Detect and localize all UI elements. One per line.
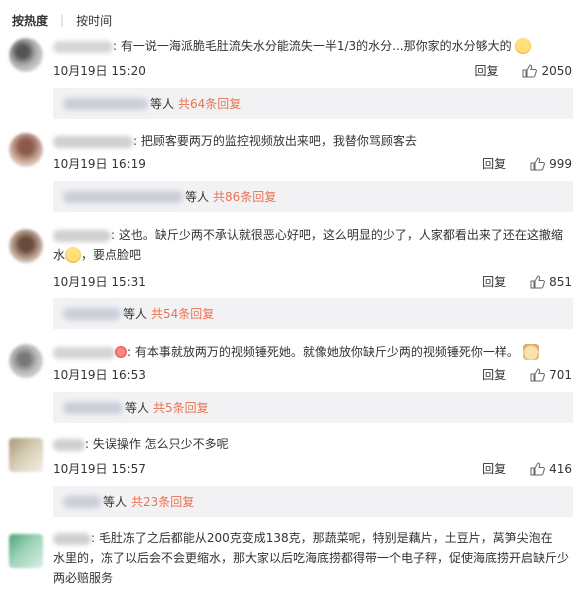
thumbs-up-icon (530, 461, 545, 475)
comment-text-line: 水 ，要点脸吧 (53, 245, 573, 265)
replies-bar[interactable]: 等人 共54条回复 (53, 298, 573, 329)
thumbs-up-icon (522, 63, 538, 77)
thumbs-up-icon (530, 274, 545, 288)
replies-etc: 等人 (185, 190, 210, 204)
comment-body: : 这也。缺斤少两不承认就很恶心好吧，这么明显的少了，人家都看出来了还在这撤缩 … (53, 225, 573, 265)
replies-count[interactable]: 共54条回复 (151, 305, 214, 322)
comment-text: : 有本事就放两万的视频锤死她。就像她放你缺斤少两的视频锤死你一样。 (127, 345, 519, 359)
sort-tabs: 按热度 | 按时间 (10, 10, 114, 30)
like-button[interactable]: 701 (530, 368, 572, 382)
reply-button[interactable]: 回复 (474, 62, 498, 79)
comment-actions: 回复 2050 (474, 62, 572, 79)
comment-body: : 有本事就放两万的视频锤死她。就像她放你缺斤少两的视频锤死你一样。 (53, 343, 539, 361)
comment-text-line: : 毛肚冻了之后都能从200克变成138克，那蔬菜呢，特别是藕片，土豆片，莴笋尖… (53, 528, 573, 548)
replies-bar[interactable]: 等人 共5条回复 (53, 392, 573, 423)
avatar[interactable] (9, 344, 43, 378)
like-button[interactable]: 2050 (522, 64, 572, 78)
reply-button[interactable]: 回复 (482, 273, 506, 290)
reply-names-blurred (63, 401, 123, 414)
avatar[interactable] (9, 534, 43, 568)
emoji-icon (515, 37, 532, 54)
comment-text: : 毛肚冻了之后都能从200克变成138克，那蔬菜呢，特别是藕片，土豆片，莴笋尖… (91, 531, 553, 545)
replies-etc: 等人 (103, 495, 128, 509)
comment-text-line: 两必赔服务 (53, 571, 114, 585)
comment-body: : 有一说一海派脆毛肚流失水分能流失一半1/3的水分...那你家的水分够大的 (53, 37, 532, 55)
avatar[interactable] (9, 438, 43, 472)
username-blurred[interactable] (53, 229, 111, 242)
comment-time: 10月19日 16:53 (53, 368, 146, 382)
reply-names-blurred (63, 97, 148, 110)
avatar[interactable] (9, 133, 43, 167)
comment-actions: 回复 999 (482, 155, 572, 172)
like-count: 851 (549, 274, 572, 289)
dog-emoji-icon (522, 343, 539, 360)
emoji-icon (115, 345, 127, 358)
replies-etc: 等人 (123, 307, 148, 321)
replies-etc: 等人 (150, 97, 175, 111)
replies-bar[interactable]: 等人 共23条回复 (53, 486, 573, 517)
comment-text: : 把顾客要两万的监控视频放出来吧，我替你骂顾客去 (133, 134, 417, 148)
tab-by-time[interactable]: 按时间 (74, 12, 114, 29)
emoji-icon (65, 246, 82, 263)
avatar[interactable] (9, 229, 43, 263)
comment-text: : 有一说一海派脆毛肚流失水分能流失一半1/3的水分...那你家的水分够大的 (113, 39, 512, 53)
tab-divider: | (60, 13, 65, 27)
comment-body: : 毛肚冻了之后都能从200克变成138克，那蔬菜呢，特别是藕片，土豆片，莴笋尖… (53, 528, 573, 588)
comment-text: : 失误操作 怎么只少不多呢 (85, 437, 229, 451)
replies-bar[interactable]: 等人 共86条回复 (53, 181, 573, 212)
thumbs-up-icon (530, 367, 545, 381)
comment-text-line: : 这也。缺斤少两不承认就很恶心好吧，这么明显的少了，人家都看出来了还在这撤缩 (53, 225, 573, 245)
comment-text: 水 (53, 248, 66, 262)
username-blurred[interactable] (53, 40, 113, 53)
like-count: 2050 (541, 63, 572, 78)
username-blurred[interactable] (53, 135, 133, 148)
reply-names-blurred (63, 307, 121, 320)
replies-etc: 等人 (125, 401, 150, 415)
comment-time: 10月19日 15:31 (53, 275, 146, 289)
like-count: 999 (549, 156, 572, 171)
replies-count[interactable]: 共86条回复 (213, 188, 276, 205)
avatar[interactable] (9, 38, 43, 72)
like-button[interactable]: 416 (530, 462, 572, 476)
replies-count[interactable]: 共64条回复 (178, 95, 241, 112)
reply-button[interactable]: 回复 (482, 460, 506, 477)
comment-body: : 失误操作 怎么只少不多呢 (53, 436, 229, 452)
comment-actions: 回复 416 (482, 460, 572, 477)
comment-actions: 回复 701 (482, 366, 572, 383)
comment-text: : 这也。缺斤少两不承认就很恶心好吧，这么明显的少了，人家都看出来了还在这撤缩 (111, 228, 563, 242)
comment-actions: 回复 851 (482, 273, 572, 290)
username-blurred[interactable] (53, 346, 115, 359)
reply-button[interactable]: 回复 (482, 366, 506, 383)
reply-button[interactable]: 回复 (482, 155, 506, 172)
username-blurred[interactable] (53, 438, 85, 451)
username-blurred[interactable] (53, 532, 91, 545)
like-count: 416 (549, 461, 572, 476)
tab-by-hot[interactable]: 按热度 (10, 12, 50, 29)
like-button[interactable]: 851 (530, 275, 572, 289)
like-count: 701 (549, 367, 572, 382)
comment-time: 10月19日 15:57 (53, 462, 146, 476)
comment-time: 10月19日 16:19 (53, 157, 146, 171)
replies-count[interactable]: 共23条回复 (131, 493, 194, 510)
reply-names-blurred (63, 495, 101, 508)
thumbs-up-icon (530, 156, 545, 170)
like-button[interactable]: 999 (530, 157, 572, 171)
replies-count[interactable]: 共5条回复 (153, 399, 209, 416)
reply-names-blurred (63, 190, 183, 203)
replies-bar[interactable]: 等人 共64条回复 (53, 88, 573, 119)
comment-body: : 把顾客要两万的监控视频放出来吧，我替你骂顾客去 (53, 133, 417, 149)
comment-time: 10月19日 15:20 (53, 64, 146, 78)
comment-text-line: 水里的，冻了以后会不会更缩水，那大家以后吃海底捞都得带一个电子秤，促使海底捞开启… (53, 551, 570, 565)
comment-text: ，要点脸吧 (81, 248, 142, 262)
